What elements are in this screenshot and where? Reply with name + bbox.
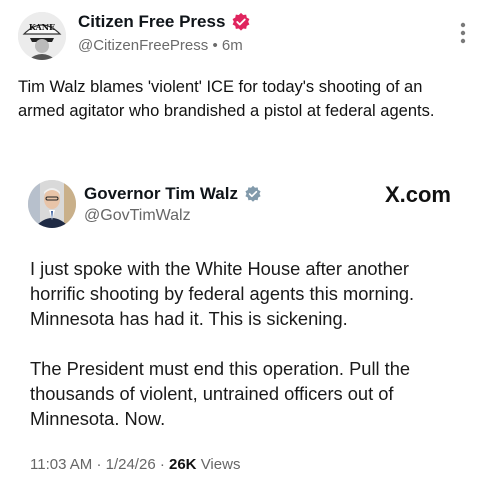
separator-dot: • — [212, 37, 218, 54]
embedded-tweet-text: I just spoke with the White House after … — [30, 256, 450, 456]
tweet-time: 11:03 AM — [30, 456, 93, 473]
meta-dot-2: · — [159, 456, 165, 473]
post-text: Tim Walz blames 'violent' ICE for today'… — [18, 78, 435, 120]
views-label: Views — [200, 456, 241, 473]
tweet-paragraph-2: The President must end this operation. P… — [30, 358, 411, 429]
author-name[interactable]: Citizen Free Press — [78, 12, 225, 32]
embedded-tweet-image[interactable]: Governor Tim Walz @GovTimWalz X.com I ju… — [18, 160, 473, 490]
governor-avatar — [28, 180, 76, 228]
more-vertical-icon[interactable] — [460, 22, 466, 44]
embedded-tweet-meta: 11:03 AM · 1/24/26 · 26K Views — [30, 456, 240, 473]
tweet-paragraph-1: I just spoke with the White House after … — [30, 258, 415, 329]
avatar-lettering: KANE — [29, 22, 55, 32]
handle-line: @CitizenFreePress • 6m — [78, 37, 243, 54]
views-count: 26K — [169, 456, 197, 473]
embedded-author-name: Governor Tim Walz — [84, 184, 238, 203]
embedded-author-handle: @GovTimWalz — [84, 207, 191, 224]
post-time[interactable]: 6m — [222, 37, 243, 54]
kane-avatar-image: KANE — [18, 12, 66, 60]
post-card: KANE Citizen Free Press @CitizenFreePres… — [0, 0, 486, 500]
x-com-label: X.com — [384, 182, 451, 207]
tweet-date: 1/24/26 — [105, 456, 156, 473]
meta-dot: · — [96, 456, 102, 473]
author-avatar[interactable]: KANE — [18, 12, 66, 60]
author-handle[interactable]: @CitizenFreePress — [78, 37, 208, 54]
governor-portrait-image — [28, 180, 76, 228]
verified-badge-icon — [232, 12, 250, 31]
grey-verified-badge-icon — [245, 185, 261, 202]
